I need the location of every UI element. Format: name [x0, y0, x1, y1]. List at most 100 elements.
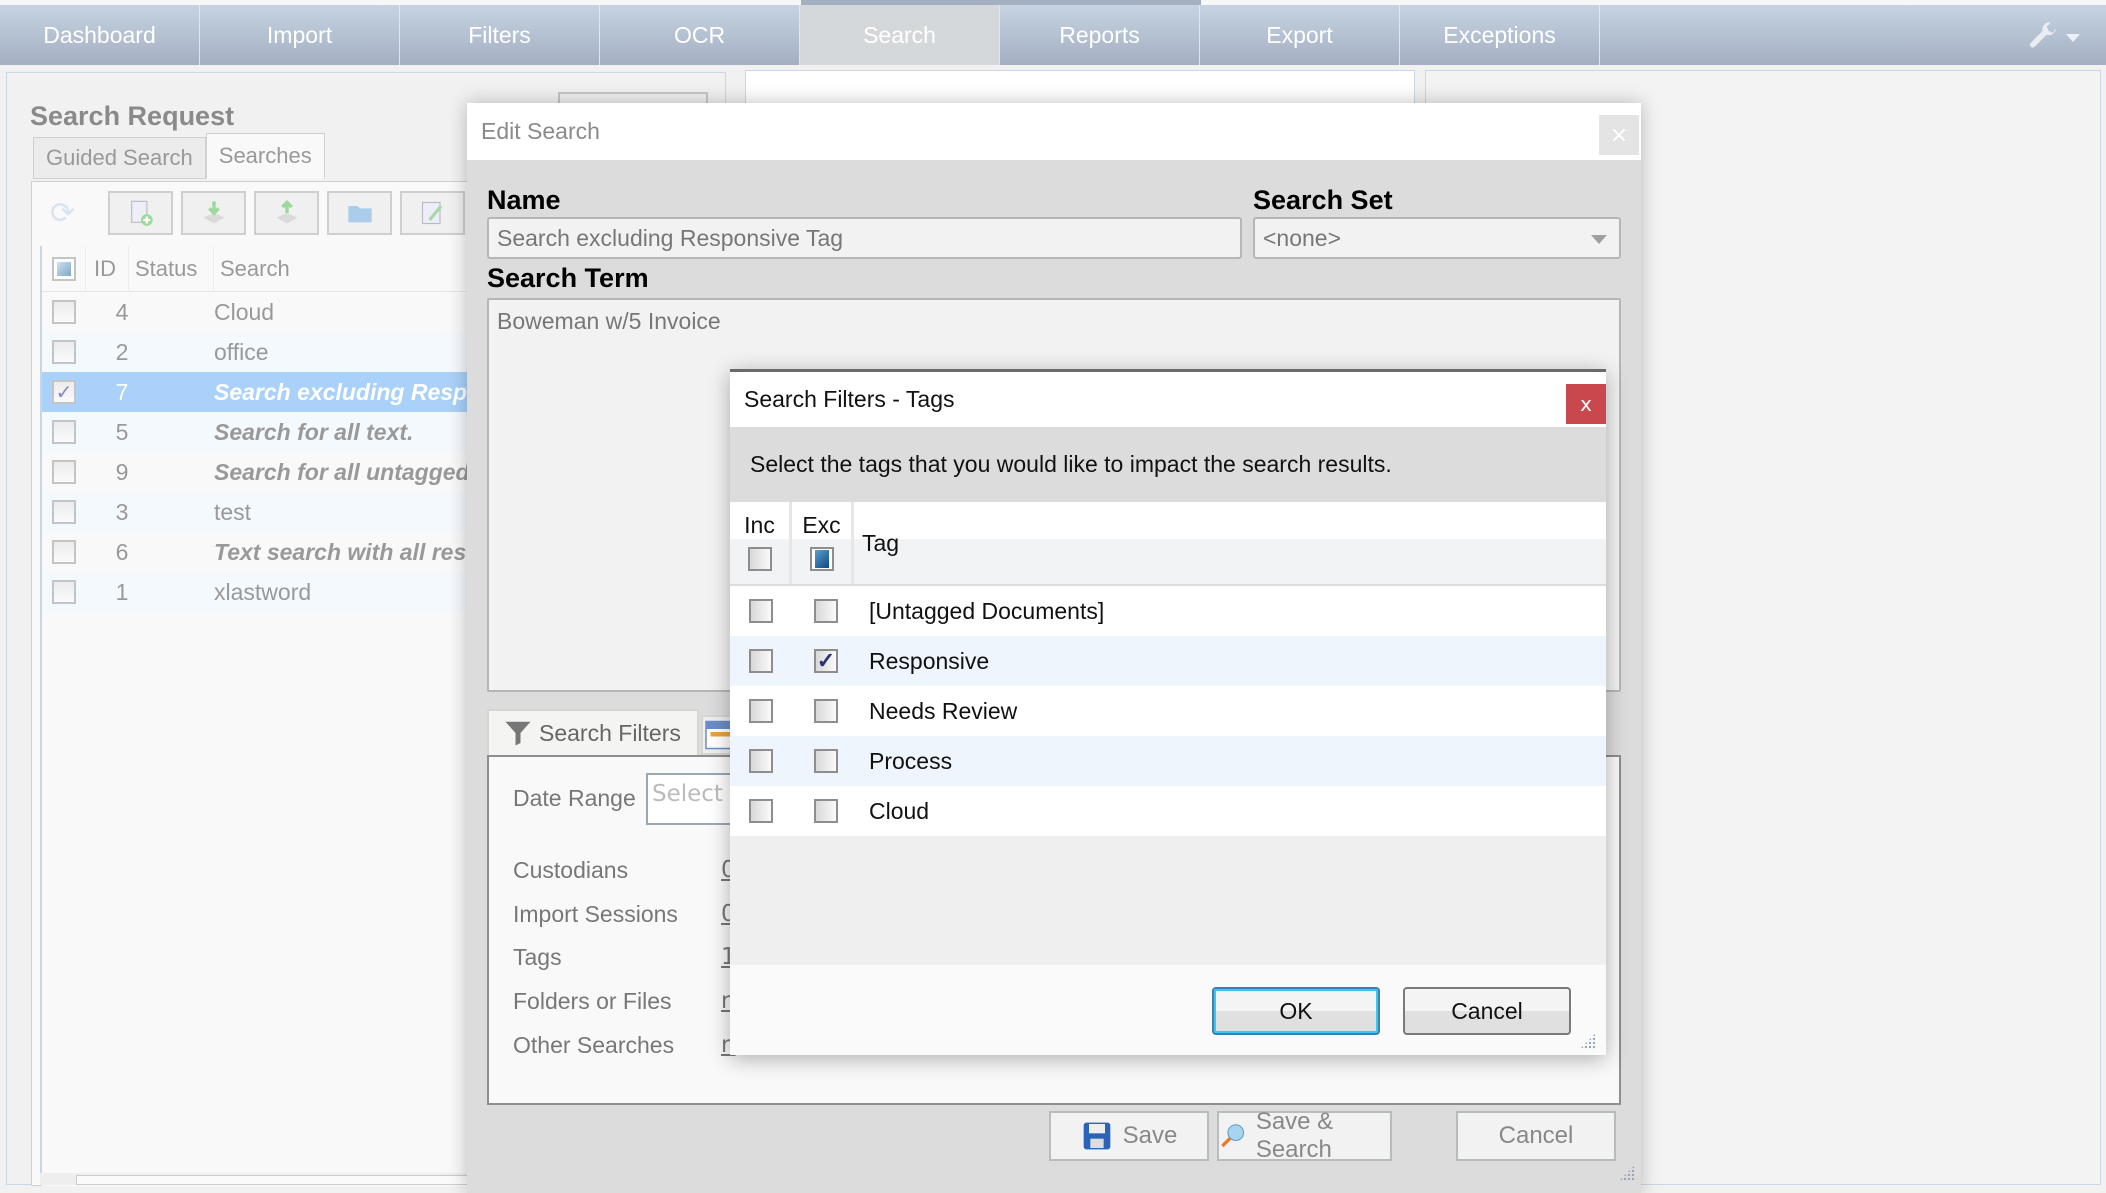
- new-search-icon: [130, 200, 153, 226]
- import-search-button[interactable]: [181, 191, 246, 235]
- settings-menu-button[interactable]: [2026, 21, 2080, 55]
- cancel-button[interactable]: Cancel: [1456, 1111, 1616, 1161]
- new-search-button[interactable]: [108, 191, 173, 235]
- export-search-button[interactable]: [254, 191, 319, 235]
- nav-tab-exceptions[interactable]: Exceptions: [1400, 5, 1600, 65]
- close-button[interactable]: ×: [1599, 115, 1639, 155]
- resize-grip[interactable]: [1580, 1033, 1596, 1049]
- exclude-checkbox[interactable]: ✓: [814, 648, 838, 673]
- tags-grid-header: Inc Exc Tag: [730, 502, 1606, 586]
- row-checkbox[interactable]: [52, 460, 76, 484]
- wrench-icon: [2029, 22, 2056, 48]
- search-set-select[interactable]: <none>: [1253, 217, 1621, 259]
- include-checkbox[interactable]: [749, 749, 773, 773]
- nav-tab-reports[interactable]: Reports: [1000, 5, 1200, 65]
- row-id: 7: [115, 378, 129, 405]
- row-id: 9: [115, 458, 129, 485]
- nav-tab-ocr[interactable]: OCR: [600, 5, 800, 65]
- floppy-disk-icon: [1083, 1122, 1110, 1150]
- edit-search-button[interactable]: [400, 191, 465, 235]
- row-checkbox[interactable]: [52, 420, 76, 444]
- chevron-down-icon: [1591, 235, 1607, 244]
- tag-row: [Untagged Documents]: [730, 586, 1606, 636]
- close-icon: x: [1580, 392, 1592, 416]
- row-id: 3: [115, 498, 129, 525]
- tag-name: Cloud: [869, 797, 930, 824]
- name-input[interactable]: Search excluding Responsive Tag: [487, 217, 1242, 259]
- edit-icon: [421, 201, 442, 225]
- column-header-id[interactable]: ID: [86, 245, 129, 292]
- refresh-icon[interactable]: ⟳: [40, 196, 100, 231]
- tab-searches[interactable]: Searches: [205, 133, 325, 179]
- row-id: 1: [115, 578, 129, 605]
- close-button[interactable]: x: [1566, 384, 1606, 424]
- funnel-icon: [505, 721, 531, 746]
- custodians-label: Custodians: [513, 857, 629, 883]
- resize-grip[interactable]: [1619, 1165, 1635, 1181]
- name-label: Name: [487, 185, 561, 215]
- row-checkbox[interactable]: [52, 500, 76, 524]
- search-filters-tab-label: Search Filters: [539, 719, 681, 746]
- row-id: 5: [115, 418, 129, 445]
- include-checkbox[interactable]: [749, 699, 773, 723]
- tag-name: Process: [869, 747, 953, 774]
- exclude-checkbox[interactable]: [814, 599, 838, 623]
- nav-tab-dashboard[interactable]: Dashboard: [0, 5, 200, 65]
- save-button[interactable]: Save: [1049, 1111, 1209, 1161]
- search-set-label: Search Set: [1253, 185, 1393, 215]
- include-checkbox[interactable]: [749, 649, 773, 673]
- cancel-button[interactable]: Cancel: [1403, 987, 1571, 1035]
- include-checkbox[interactable]: [749, 599, 773, 623]
- import-icon: [203, 201, 224, 224]
- row-checkbox[interactable]: [52, 340, 76, 364]
- column-header-tag[interactable]: Tag: [854, 502, 1606, 584]
- tag-row: Needs Review: [730, 686, 1606, 736]
- tags-list-empty-area: [730, 836, 1606, 964]
- row-id: 2: [115, 338, 129, 365]
- other-searches-label: Other Searches: [513, 1032, 675, 1058]
- tag-row: Process: [730, 736, 1606, 786]
- exclude-checkbox[interactable]: [814, 749, 838, 773]
- column-header-inc: Inc: [744, 512, 775, 538]
- tag-name: Needs Review: [869, 697, 1018, 724]
- exclude-checkbox[interactable]: [814, 699, 838, 723]
- tag-row: Cloud: [730, 786, 1606, 836]
- nav-tab-export[interactable]: Export: [1200, 5, 1400, 65]
- include-checkbox[interactable]: [749, 799, 773, 823]
- nav-tab-import[interactable]: Import: [200, 5, 400, 65]
- tag-row: ✓ Responsive: [730, 636, 1606, 686]
- nav-tab-search[interactable]: Search: [800, 5, 1000, 65]
- row-checkbox[interactable]: [52, 580, 76, 604]
- row-id: 6: [115, 538, 129, 565]
- open-folder-button[interactable]: [327, 191, 392, 235]
- select-all-checkbox[interactable]: [51, 256, 76, 281]
- tab-search-filters[interactable]: Search Filters: [487, 709, 699, 755]
- magnifier-icon: [1221, 1124, 1245, 1148]
- ok-button[interactable]: OK: [1212, 987, 1380, 1035]
- main-nav: Dashboard Import Filters OCR Search Repo…: [0, 5, 2106, 65]
- search-filters-tags-dialog: Search Filters - Tags x Select the tags …: [730, 369, 1606, 1055]
- dialog-footer: OK Cancel: [730, 965, 1606, 1055]
- tag-name: Responsive: [869, 647, 990, 674]
- search-set-value: <none>: [1263, 224, 1342, 251]
- row-checkbox[interactable]: [52, 540, 76, 564]
- column-header-status[interactable]: Status: [129, 245, 214, 292]
- import-sessions-label: Import Sessions: [513, 901, 678, 927]
- chevron-down-icon: [2066, 34, 2080, 42]
- tags-list: [Untagged Documents] ✓ Responsive Needs Rev…: [730, 586, 1606, 836]
- tag-name: [Untagged Documents]: [869, 597, 1105, 624]
- save-and-search-button[interactable]: Save & Search: [1217, 1108, 1392, 1163]
- tab-guided-search[interactable]: Guided Search: [33, 137, 206, 179]
- dialog-description: Select the tags that you would like to i…: [730, 427, 1606, 502]
- exclude-checkbox[interactable]: [814, 799, 838, 823]
- include-all-checkbox[interactable]: [747, 547, 772, 571]
- searches-toolbar: ⟳: [40, 190, 465, 236]
- nav-tab-filters[interactable]: Filters: [400, 5, 600, 65]
- row-checkbox[interactable]: [52, 300, 76, 324]
- export-icon: [276, 200, 297, 224]
- exclude-all-checkbox[interactable]: [809, 547, 834, 571]
- row-checkbox[interactable]: ✓: [52, 380, 76, 404]
- column-header-exc: Exc: [802, 512, 841, 538]
- folders-files-label: Folders or Files: [513, 988, 672, 1014]
- dialog-title: Search Filters - Tags: [730, 372, 1606, 427]
